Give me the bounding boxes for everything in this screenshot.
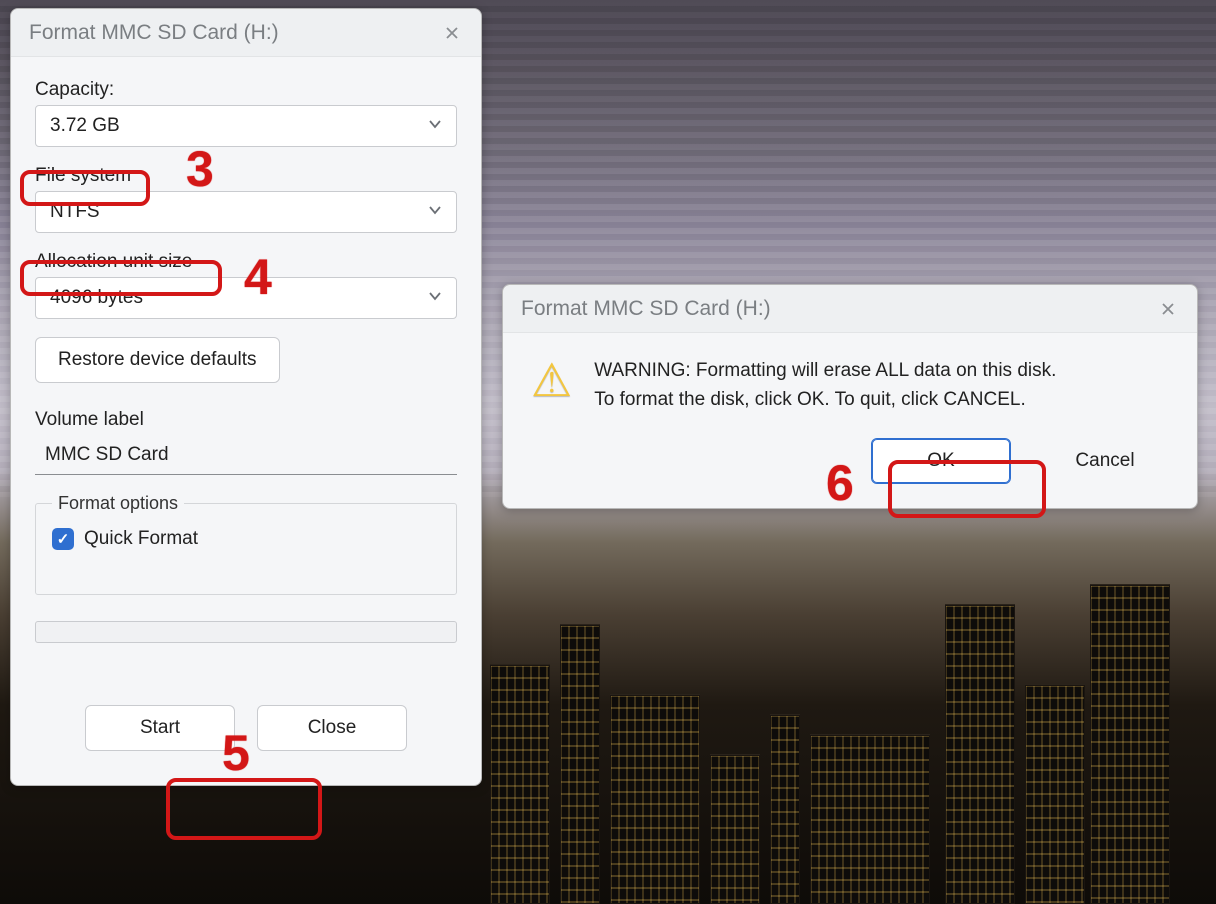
format-dialog: Format MMC SD Card (H:) Capacity: 3.72 G… xyxy=(10,8,482,786)
close-button[interactable]: Close xyxy=(257,705,407,751)
warning-dialog: Format MMC SD Card (H:) ⚠ WARNING: Forma… xyxy=(502,284,1198,509)
start-button[interactable]: Start xyxy=(85,705,235,751)
quick-format-checkbox[interactable]: ✓ xyxy=(52,528,74,550)
chevron-down-icon xyxy=(428,117,442,136)
quick-format-label: Quick Format xyxy=(84,528,198,550)
volume-label-caption: Volume label xyxy=(35,409,457,431)
annotation-box-5 xyxy=(166,778,322,840)
format-progress xyxy=(35,621,457,643)
volume-label-field: Volume label xyxy=(35,409,457,475)
filesystem-label: File system xyxy=(35,165,131,187)
skyline xyxy=(480,600,1216,904)
format-options-legend: Format options xyxy=(52,493,184,514)
warning-dialog-titlebar: Format MMC SD Card (H:) xyxy=(503,285,1197,333)
capacity-label: Capacity: xyxy=(35,79,457,101)
close-icon[interactable] xyxy=(435,16,469,50)
filesystem-value: NTFS xyxy=(50,201,100,223)
format-options-group: Format options ✓ Quick Format xyxy=(35,493,457,595)
capacity-value: 3.72 GB xyxy=(50,115,120,137)
capacity-field: Capacity: 3.72 GB xyxy=(35,79,457,147)
restore-defaults-button[interactable]: Restore device defaults xyxy=(35,337,280,383)
capacity-select[interactable]: 3.72 GB xyxy=(35,105,457,147)
desktop-background: Format MMC SD Card (H:) Capacity: 3.72 G… xyxy=(0,0,1216,904)
ok-button[interactable]: OK xyxy=(871,438,1011,484)
allocation-label: Allocation unit size xyxy=(35,251,192,273)
volume-label-input[interactable] xyxy=(35,435,457,475)
format-dialog-title: Format MMC SD Card (H:) xyxy=(29,21,279,45)
allocation-value: 4096 bytes xyxy=(50,287,143,309)
warning-message: WARNING: Formatting will erase ALL data … xyxy=(594,357,1056,414)
cancel-button[interactable]: Cancel xyxy=(1045,438,1165,484)
warning-dialog-title: Format MMC SD Card (H:) xyxy=(521,297,771,321)
close-icon[interactable] xyxy=(1151,292,1185,326)
warning-icon: ⚠ xyxy=(531,357,572,414)
chevron-down-icon xyxy=(428,203,442,222)
filesystem-select[interactable]: NTFS xyxy=(35,191,457,233)
allocation-select[interactable]: 4096 bytes xyxy=(35,277,457,319)
filesystem-field: File system NTFS xyxy=(35,165,457,233)
allocation-field: Allocation unit size 4096 bytes xyxy=(35,251,457,319)
chevron-down-icon xyxy=(428,289,442,308)
format-dialog-titlebar: Format MMC SD Card (H:) xyxy=(11,9,481,57)
